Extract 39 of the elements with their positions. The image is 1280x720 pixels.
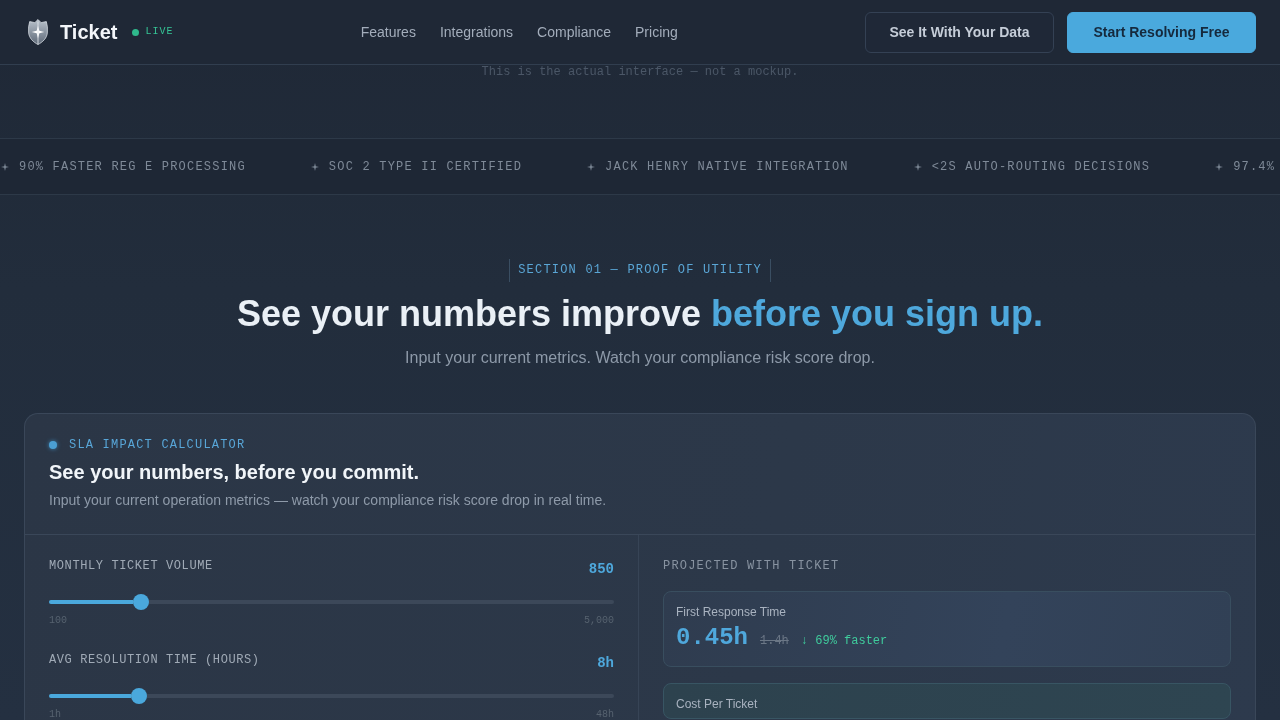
ticker-text: JACK HENRY NATIVE INTEGRATION bbox=[605, 159, 849, 174]
brand-name[interactable]: Ticket bbox=[60, 20, 118, 44]
sparkle-icon bbox=[310, 162, 319, 171]
calculator-tag: SLA IMPACT CALCULATOR bbox=[69, 437, 246, 453]
start-free-button[interactable]: Start Resolving Free bbox=[1067, 11, 1256, 53]
ticker-text: 97.4% bbox=[1233, 159, 1276, 174]
status-dot-icon bbox=[132, 28, 140, 36]
section-heading: See your numbers improve before you sign up. bbox=[235, 292, 1045, 336]
section-label: SECTION 01 — PROOF OF UTILITY bbox=[509, 259, 771, 282]
metric-label: First Response Time bbox=[676, 604, 788, 620]
calculator-title: See your numbers, before you commit. bbox=[49, 460, 421, 484]
slider-value: 850 bbox=[588, 560, 614, 579]
nav-link[interactable]: Pricing bbox=[635, 23, 678, 41]
ticker-text: 90% FASTER REG E PROCESSING bbox=[19, 159, 246, 174]
slider-label: MONTHLY TICKET VOLUME bbox=[49, 558, 213, 574]
nav-link[interactable]: Integrations bbox=[439, 23, 514, 41]
section-subtitle: Input your current metrics. Watch your compliance risk score drop. bbox=[404, 348, 876, 368]
results-heading: PROJECTED WITH TICKET bbox=[663, 558, 841, 574]
shield-icon bbox=[26, 19, 50, 45]
ticker-text: SOC 2 TYPE II CERTIFIED bbox=[328, 159, 523, 174]
calculator-description: Input your current operation metrics — watch your compliance risk score drop in real time. bbox=[49, 491, 608, 509]
nav-link[interactable]: Features bbox=[360, 23, 416, 41]
dot-icon bbox=[49, 441, 57, 449]
previous-value: 1.4h bbox=[760, 633, 789, 649]
slider-label: AVG RESOLUTION TIME (HOURS) bbox=[49, 652, 260, 668]
nav-link[interactable]: Compliance bbox=[537, 23, 611, 41]
slider-thumb[interactable] bbox=[130, 688, 147, 704]
sparkle-icon bbox=[1, 162, 9, 171]
live-label: LIVE bbox=[145, 26, 174, 38]
slider-thumb[interactable] bbox=[133, 594, 149, 610]
sparkle-icon bbox=[913, 162, 922, 171]
ticker-text: <2S AUTO-ROUTING DECISIONS bbox=[931, 159, 1151, 174]
slider-value: 8h bbox=[597, 654, 614, 673]
sparkle-icon bbox=[587, 162, 596, 171]
metric-value: 0.45h bbox=[676, 624, 748, 652]
change-text: ↓ 69% faster bbox=[800, 633, 888, 649]
metric-label: Cost Per Ticket bbox=[676, 696, 759, 712]
see-data-button[interactable]: See It With Your Data bbox=[865, 11, 1054, 53]
sparkle-icon bbox=[1215, 162, 1224, 171]
